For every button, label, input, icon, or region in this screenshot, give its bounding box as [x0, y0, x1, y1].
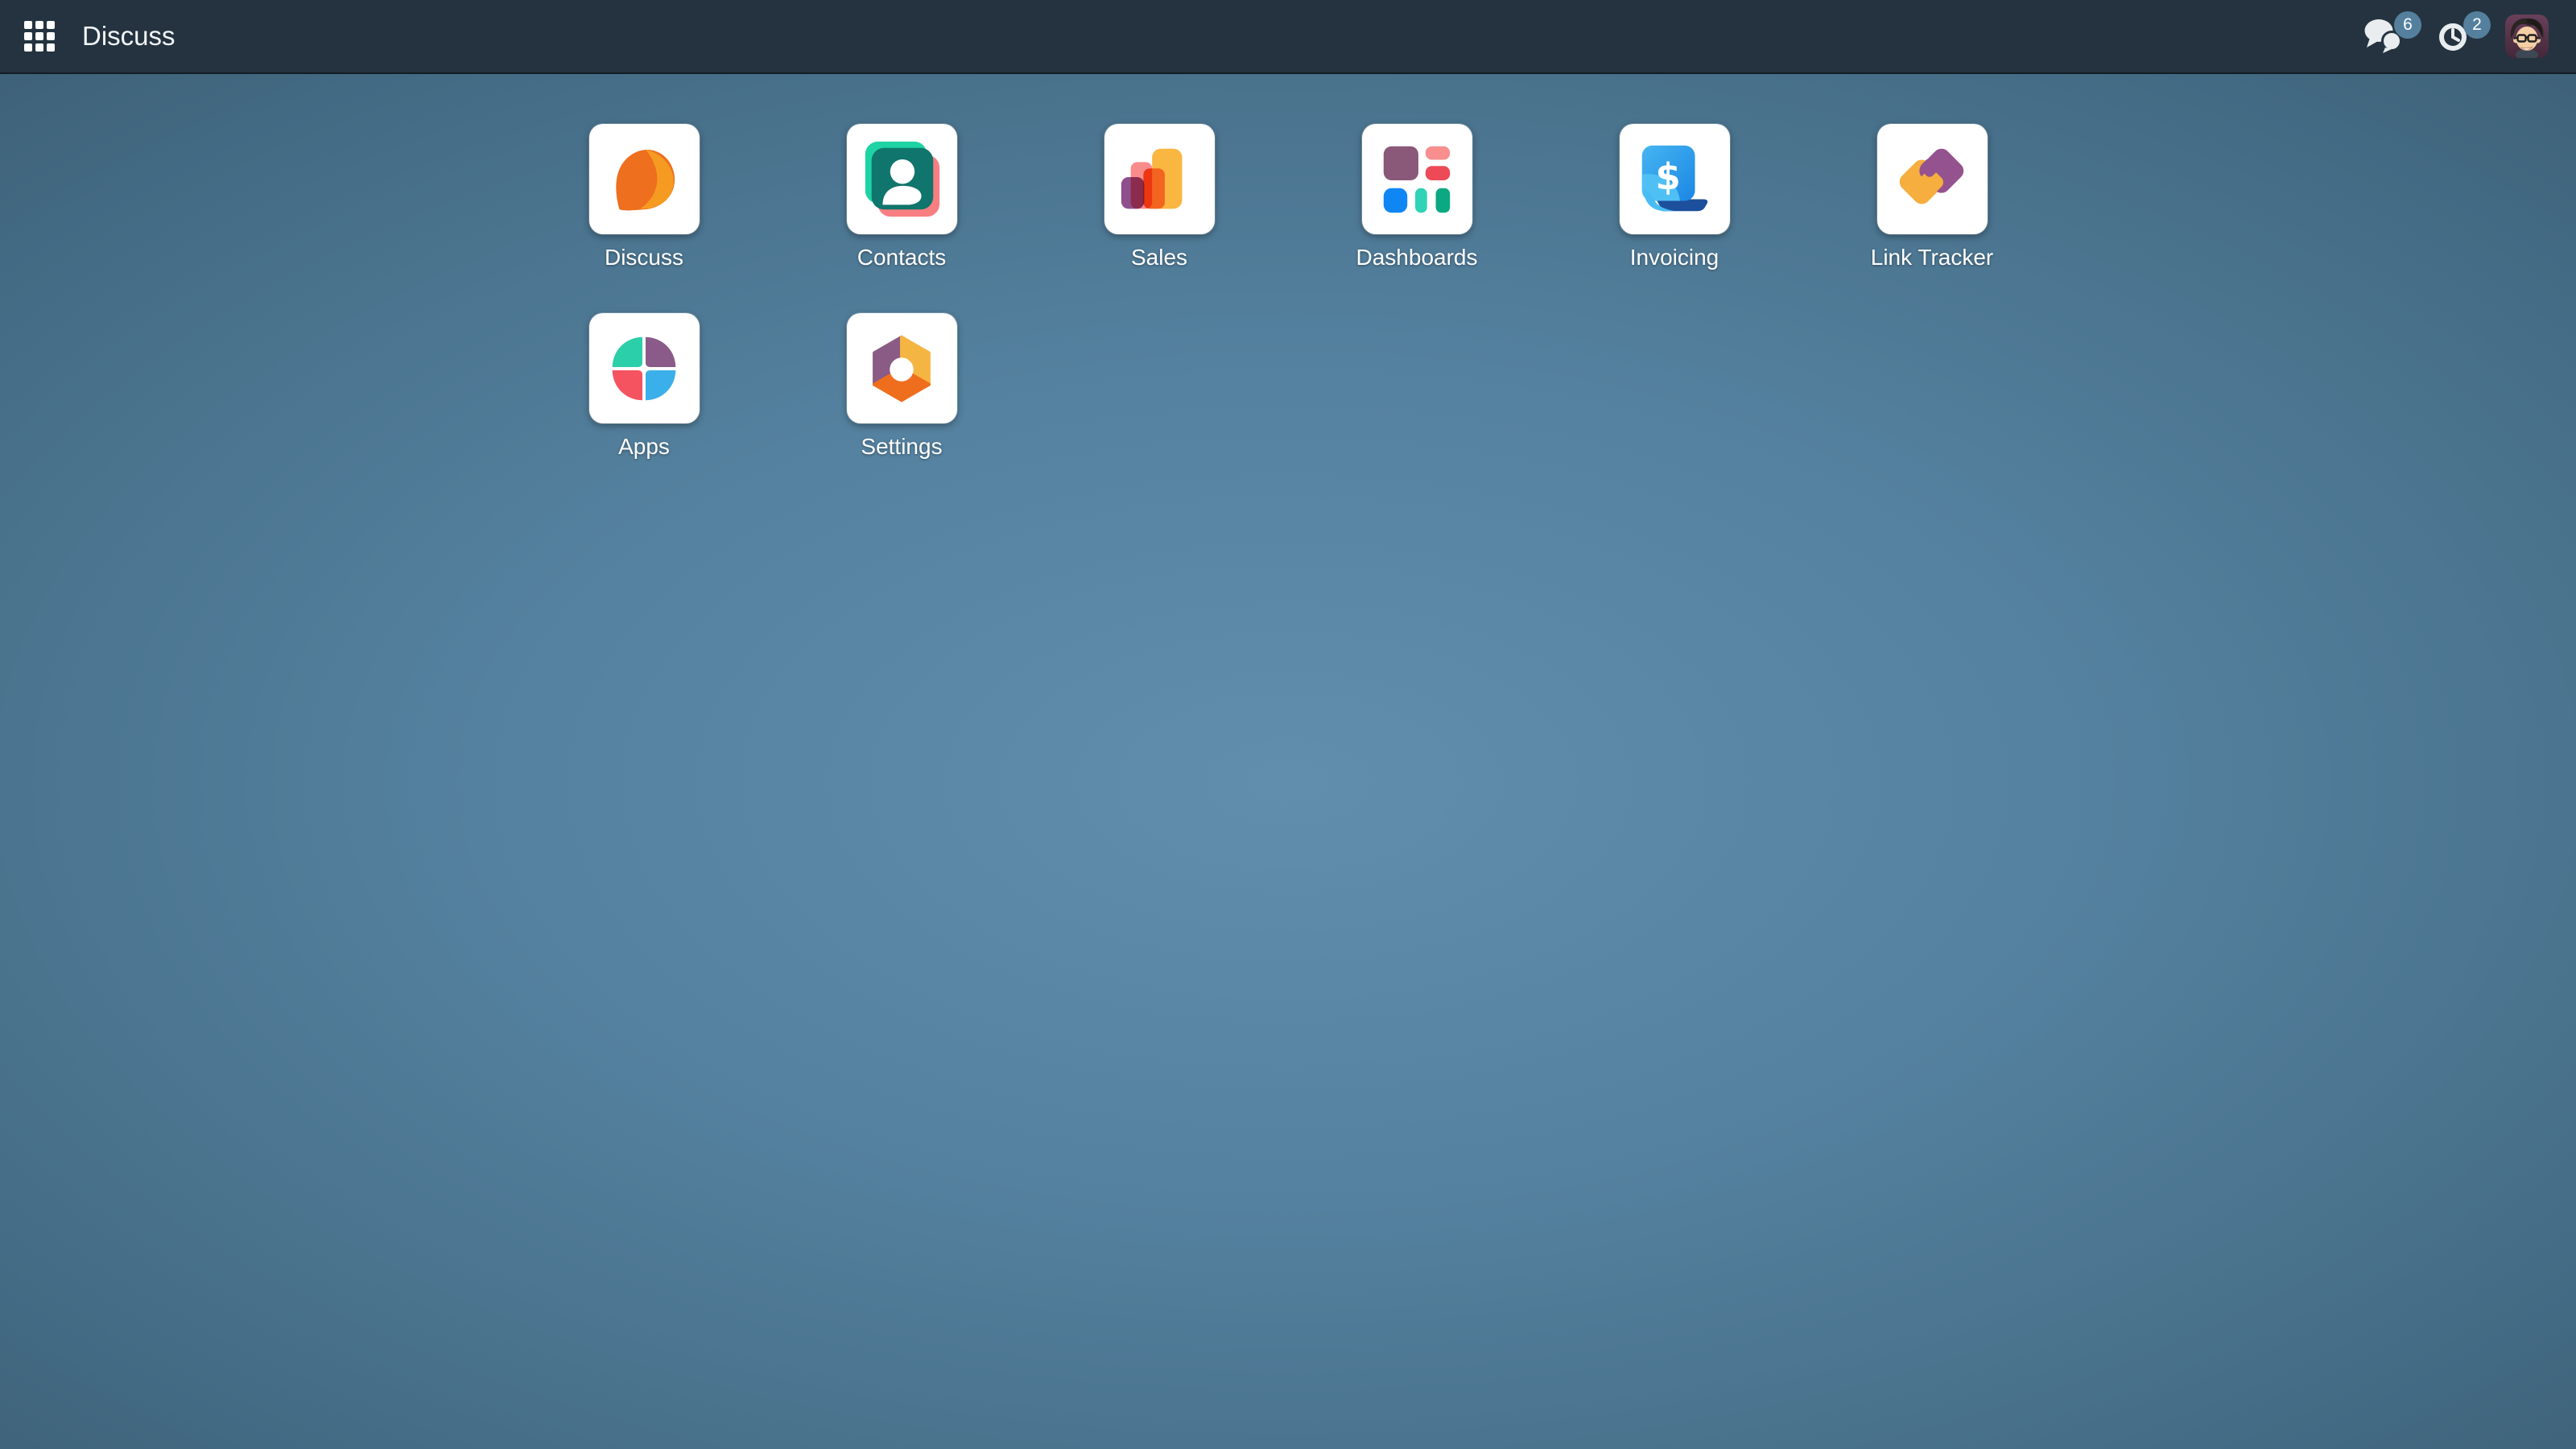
- app-card: [1877, 124, 1988, 234]
- settings-app-icon: [858, 325, 945, 412]
- app-label: Dashboards: [1356, 245, 1478, 270]
- svg-text:$: $: [1655, 155, 1680, 197]
- app-label: Contacts: [857, 245, 947, 270]
- app-label: Apps: [618, 434, 670, 460]
- app-label: Sales: [1131, 245, 1187, 270]
- app-item-settings[interactable]: Settings: [773, 313, 1030, 502]
- sales-app-icon: [1116, 136, 1203, 223]
- app-card: [847, 313, 957, 423]
- app-item-apps[interactable]: Apps: [515, 313, 773, 502]
- dashboards-app-icon: [1373, 136, 1460, 223]
- app-item-dashboards[interactable]: Dashboards: [1288, 124, 1546, 313]
- app-grid: Discuss Contacts: [515, 124, 2061, 502]
- app-card: [1104, 124, 1215, 234]
- app-card: [847, 124, 957, 234]
- app-label: Invoicing: [1630, 245, 1719, 270]
- user-menu-button[interactable]: [2505, 14, 2549, 58]
- navbar: Discuss 6 2: [0, 0, 2576, 74]
- messages-button[interactable]: 6: [2362, 16, 2405, 57]
- user-avatar: [2505, 14, 2549, 58]
- app-item-invoicing[interactable]: $ Invoicing: [1546, 124, 1803, 313]
- apps-app-icon: [601, 325, 687, 412]
- app-card: [1362, 124, 1472, 234]
- messages-badge: 6: [2394, 11, 2421, 39]
- app-card: $: [1620, 124, 1730, 234]
- app-item-contacts[interactable]: Contacts: [773, 124, 1030, 313]
- app-label: Link Tracker: [1871, 245, 1994, 270]
- app-item-link-tracker[interactable]: Link Tracker: [1803, 124, 2061, 313]
- navbar-systray: 6 2: [2362, 14, 2576, 58]
- navbar-app-title: Discuss: [82, 21, 175, 52]
- invoicing-app-icon: $: [1631, 136, 1718, 223]
- contacts-app-icon: [858, 136, 945, 223]
- activities-button[interactable]: 2: [2436, 16, 2475, 57]
- home-menu: Discuss 6 2: [0, 0, 2576, 1449]
- home-menu-toggle-button[interactable]: [24, 21, 55, 52]
- app-card: [589, 124, 700, 234]
- app-label: Discuss: [605, 245, 683, 270]
- app-item-sales[interactable]: Sales: [1030, 124, 1288, 313]
- app-item-discuss[interactable]: Discuss: [515, 124, 773, 313]
- discuss-app-icon: [601, 136, 687, 223]
- app-card: [589, 313, 700, 423]
- link-tracker-app-icon: [1889, 136, 1975, 223]
- activities-badge: 2: [2463, 11, 2491, 39]
- app-label: Settings: [861, 434, 942, 460]
